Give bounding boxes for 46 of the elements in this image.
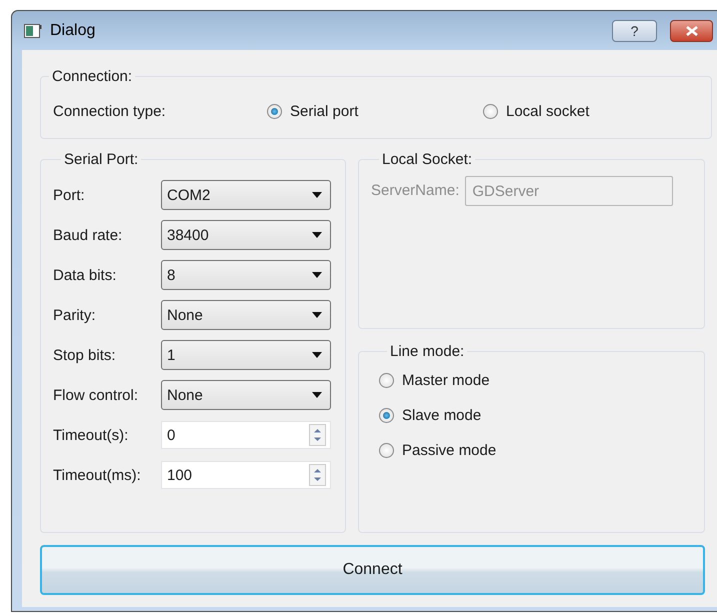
radio-button-icon[interactable] <box>379 373 394 388</box>
spin-box[interactable]: 0 <box>161 421 331 449</box>
spin-arrows-icon[interactable] <box>309 464 326 486</box>
window-title: Dialog <box>50 22 96 40</box>
group-title: Line mode: <box>389 343 466 360</box>
caret-icon[interactable] <box>312 312 322 318</box>
group-title: Connection: <box>51 68 134 85</box>
group-title: Local Socket: <box>381 151 474 168</box>
window-icon <box>24 24 42 38</box>
field-label: Timeout(s): <box>53 426 130 444</box>
spin-box[interactable]: 100 <box>161 461 331 489</box>
close-button[interactable] <box>670 20 713 42</box>
caret-icon[interactable] <box>312 272 322 278</box>
field-label: Port: <box>53 186 86 204</box>
spin-arrows-icon[interactable] <box>309 424 326 446</box>
radio-option[interactable]: Master mode <box>379 372 684 389</box>
radio-option[interactable]: Passive mode <box>379 442 684 459</box>
radio-button-icon[interactable] <box>483 104 498 119</box>
dropdown[interactable]: 1 <box>161 340 331 370</box>
dropdown[interactable]: 38400 <box>161 220 331 250</box>
dropdown[interactable]: 8 <box>161 260 331 290</box>
radio-option[interactable]: Slave mode <box>379 407 684 424</box>
field-label: Parity: <box>53 306 97 324</box>
field-label: Timeout(ms): <box>53 466 142 484</box>
radio-button-icon[interactable] <box>379 408 394 423</box>
caret-icon[interactable] <box>312 392 322 398</box>
field-label: Connection type: <box>53 103 167 120</box>
dropdown[interactable]: None <box>161 300 331 330</box>
radio-option[interactable]: Serial port <box>267 103 483 120</box>
field-label: Data bits: <box>53 266 118 284</box>
radio-button-icon[interactable] <box>267 104 282 119</box>
dropdown[interactable]: None <box>161 380 331 410</box>
radio-button-icon[interactable] <box>379 443 394 458</box>
radio-option[interactable]: Local socket <box>483 103 699 120</box>
group-title: Serial Port: <box>63 151 140 168</box>
field-label: Baud rate: <box>53 226 124 244</box>
caret-icon[interactable] <box>312 192 322 198</box>
connect-button[interactable]: Connect <box>40 545 705 595</box>
field-label: ServerName: <box>371 181 460 201</box>
close-icon[interactable] <box>684 26 698 36</box>
caret-icon[interactable] <box>312 352 322 358</box>
caret-icon[interactable] <box>312 232 322 238</box>
dropdown[interactable]: COM2 <box>161 180 331 210</box>
help-button[interactable]: ? <box>612 20 657 42</box>
field-label: Flow control: <box>53 386 140 404</box>
field-label: Stop bits: <box>53 346 117 364</box>
